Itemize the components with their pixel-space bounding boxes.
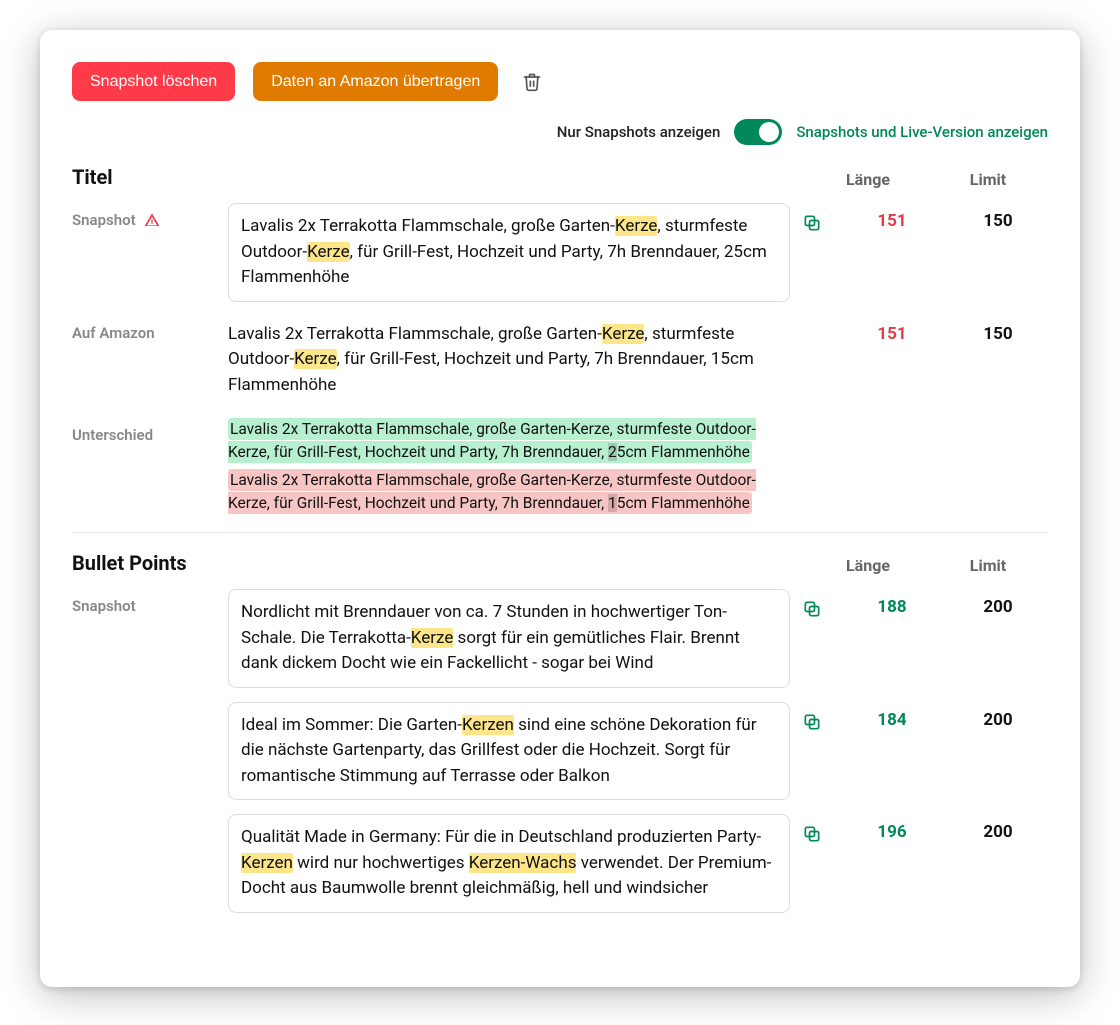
copy-title-snapshot-button[interactable] xyxy=(796,207,836,239)
bullet-heading: Bullet Points xyxy=(72,551,808,575)
bullet-snapshot-row: Qualität Made in Germany: Für die in Deu… xyxy=(72,814,1048,913)
bullet-snapshot-field[interactable]: Qualität Made in Germany: Für die in Deu… xyxy=(228,814,790,913)
copy-bullet-button[interactable] xyxy=(796,818,836,850)
row-label-snapshot: Snapshot xyxy=(72,203,222,229)
toggle-option-snapshots-and-live[interactable]: Snapshots und Live-Version anzeigen xyxy=(796,123,1048,141)
column-length-header: Länge xyxy=(808,170,928,189)
title-heading: Titel xyxy=(72,165,808,189)
bullet-length: 196 xyxy=(842,814,942,842)
warning-icon xyxy=(144,212,160,228)
copy-icon xyxy=(802,213,822,233)
title-diff-row: Unterschied Lavalis 2x Terrakotta Flamms… xyxy=(72,418,1048,514)
editor-card: Snapshot löschen Daten an Amazon übertra… xyxy=(40,30,1080,987)
row-label-snapshot: Snapshot xyxy=(72,589,222,615)
diff-added-line: Lavalis 2x Terrakotta Flammschale, große… xyxy=(228,418,756,462)
title-amazon-row: Auf Amazon Lavalis 2x Terrakotta Flammsc… xyxy=(72,316,1048,405)
bullet-length: 188 xyxy=(842,589,942,617)
copy-bullet-button[interactable] xyxy=(796,706,836,738)
title-section-header: Titel Länge Limit xyxy=(72,165,1048,189)
bullet-limit: 200 xyxy=(948,589,1048,617)
row-label-amazon: Auf Amazon xyxy=(72,316,222,342)
title-snapshot-limit: 150 xyxy=(948,203,1048,231)
bullet-length: 184 xyxy=(842,702,942,730)
bullet-snapshot-row: SnapshotNordlicht mit Brenndauer von ca.… xyxy=(72,589,1048,688)
bullet-section-header: Bullet Points Länge Limit xyxy=(72,551,1048,575)
column-length-header-2: Länge xyxy=(808,556,928,575)
section-divider xyxy=(72,532,1048,533)
bullet-rows-container: SnapshotNordlicht mit Brenndauer von ca.… xyxy=(72,589,1048,913)
title-amazon-length: 151 xyxy=(842,316,942,344)
title-amazon-limit: 150 xyxy=(948,316,1048,344)
copy-icon xyxy=(802,824,822,844)
row-label-snapshot xyxy=(72,814,222,822)
diff-removed-line: Lavalis 2x Terrakotta Flammschale, große… xyxy=(228,469,756,513)
title-diff-content: Lavalis 2x Terrakotta Flammschale, große… xyxy=(228,418,790,514)
title-snapshot-field[interactable]: Lavalis 2x Terrakotta Flammschale, große… xyxy=(228,203,790,302)
copy-icon xyxy=(802,712,822,732)
trash-icon-button[interactable] xyxy=(516,66,548,98)
view-toggle-switch[interactable] xyxy=(734,119,782,145)
bullet-limit: 200 xyxy=(948,814,1048,842)
row-label-snapshot xyxy=(72,702,222,710)
transfer-amazon-button[interactable]: Daten an Amazon übertragen xyxy=(253,62,498,101)
top-actions: Snapshot löschen Daten an Amazon übertra… xyxy=(72,62,1048,101)
bullet-snapshot-field[interactable]: Ideal im Sommer: Die Garten-Kerzen sind … xyxy=(228,702,790,801)
toggle-option-snapshots-only[interactable]: Nur Snapshots anzeigen xyxy=(557,123,721,141)
row-label-difference: Unterschied xyxy=(72,418,222,444)
bullet-limit: 200 xyxy=(948,702,1048,730)
copy-icon xyxy=(802,599,822,619)
bullet-snapshot-row: Ideal im Sommer: Die Garten-Kerzen sind … xyxy=(72,702,1048,801)
delete-snapshot-button[interactable]: Snapshot löschen xyxy=(72,62,235,101)
view-toggle-row: Nur Snapshots anzeigen Snapshots und Liv… xyxy=(72,119,1048,145)
column-limit-header-2: Limit xyxy=(928,556,1048,575)
title-amazon-text: Lavalis 2x Terrakotta Flammschale, große… xyxy=(228,316,790,405)
title-snapshot-row: Snapshot Lavalis 2x Terrakotta Flammscha… xyxy=(72,203,1048,302)
copy-bullet-button[interactable] xyxy=(796,593,836,625)
trash-icon xyxy=(522,72,542,92)
title-snapshot-length: 151 xyxy=(842,203,942,231)
column-limit-header: Limit xyxy=(928,170,1048,189)
bullet-snapshot-field[interactable]: Nordlicht mit Brenndauer von ca. 7 Stund… xyxy=(228,589,790,688)
